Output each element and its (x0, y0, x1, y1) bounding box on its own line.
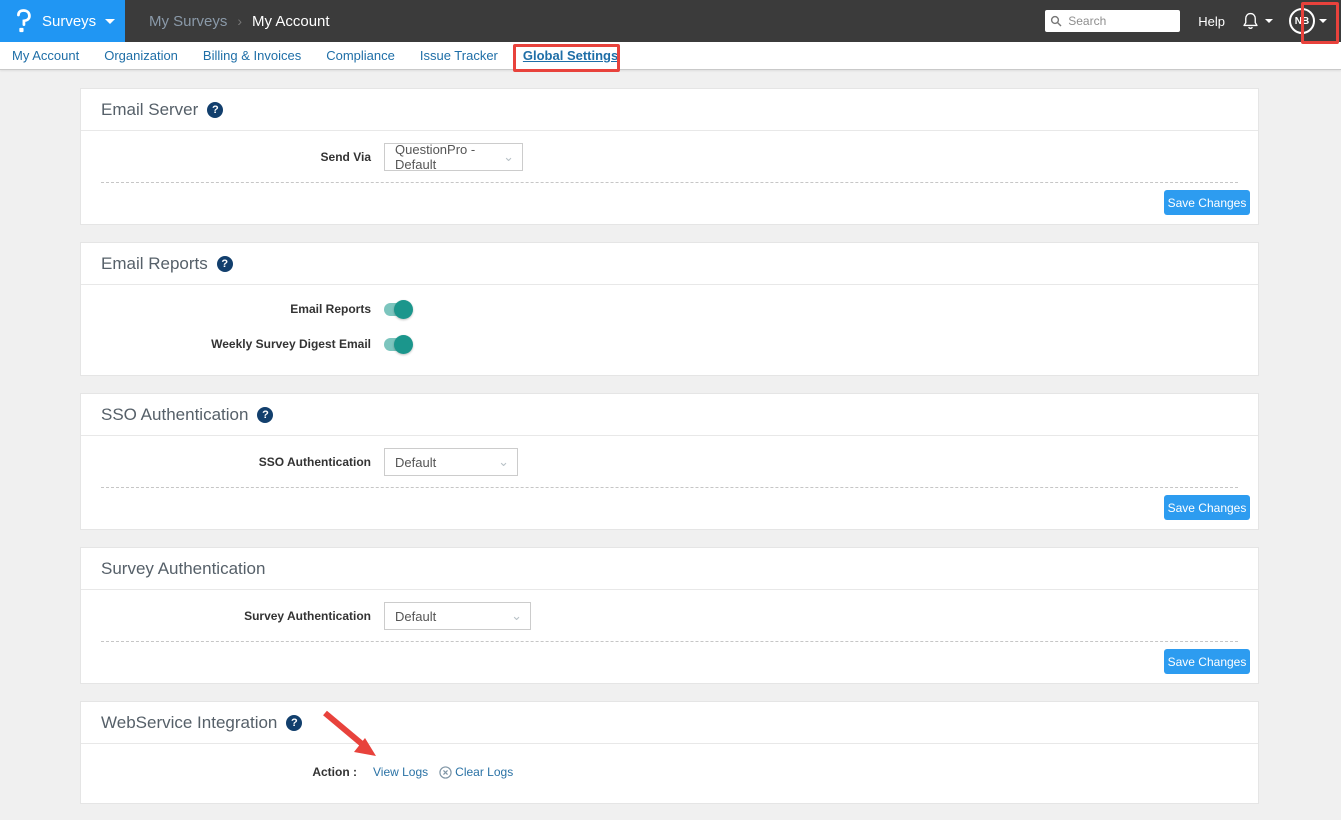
webservice-integration-title: WebService Integration (101, 713, 277, 733)
sso-authentication-panel: SSO Authentication ? SSO Authentication … (80, 393, 1259, 530)
breadcrumb-my-surveys[interactable]: My Surveys (149, 13, 227, 30)
settings-tabbar: My Account Organization Billing & Invoic… (0, 42, 1341, 70)
webservice-integration-panel: WebService Integration ? Action : View L… (80, 701, 1259, 804)
view-logs-link[interactable]: View Logs (373, 765, 428, 779)
survey-authentication-value: Default (395, 609, 436, 624)
avatar[interactable]: NB (1289, 8, 1315, 34)
tab-billing-invoices[interactable]: Billing & Invoices (203, 48, 301, 63)
surveys-product-menu[interactable]: Surveys (0, 0, 125, 42)
survey-authentication-select[interactable]: Default ⌄ (384, 602, 531, 630)
send-via-label: Send Via (101, 150, 384, 164)
chevron-down-icon: ⌄ (511, 608, 522, 624)
search-input[interactable] (1045, 10, 1180, 32)
weekly-digest-toggle[interactable] (384, 338, 410, 351)
clear-logs-link[interactable]: Clear Logs (439, 765, 513, 779)
chevron-down-icon: ⌄ (503, 149, 514, 165)
clear-logs-label: Clear Logs (455, 765, 513, 779)
tab-global-settings[interactable]: Global Settings (523, 48, 618, 63)
email-server-title: Email Server (101, 100, 198, 120)
survey-authentication-panel: Survey Authentication Survey Authenticat… (80, 547, 1259, 684)
email-reports-toggle[interactable] (384, 303, 410, 316)
save-changes-button[interactable]: Save Changes (1164, 190, 1250, 215)
breadcrumb-my-account: My Account (252, 13, 330, 30)
email-server-panel: Email Server ? Send Via QuestionPro - De… (80, 88, 1259, 225)
send-via-value: QuestionPro - Default (395, 142, 491, 172)
survey-authentication-title: Survey Authentication (101, 559, 265, 579)
chevron-down-icon (1319, 19, 1327, 23)
chevron-down-icon (105, 19, 115, 24)
chevron-down-icon (1265, 19, 1273, 23)
sso-authentication-value: Default (395, 455, 436, 470)
global-settings-page: Email Server ? Send Via QuestionPro - De… (0, 70, 1341, 804)
email-reports-title: Email Reports (101, 254, 208, 274)
chevron-down-icon: ⌄ (498, 454, 509, 470)
search-icon (1050, 15, 1062, 27)
bell-icon (1241, 11, 1260, 32)
send-via-select[interactable]: QuestionPro - Default ⌄ (384, 143, 523, 171)
email-reports-toggle-label: Email Reports (101, 302, 371, 316)
action-label: Action : (101, 765, 373, 779)
tab-compliance[interactable]: Compliance (326, 48, 395, 63)
product-label: Surveys (42, 13, 105, 30)
sso-authentication-title: SSO Authentication (101, 405, 248, 425)
top-navbar: Surveys My Surveys › My Account Help NB (0, 0, 1341, 42)
notifications-menu[interactable] (1241, 11, 1273, 32)
sso-authentication-select[interactable]: Default ⌄ (384, 448, 518, 476)
survey-authentication-label: Survey Authentication (101, 609, 384, 623)
help-icon[interactable]: ? (257, 407, 273, 423)
clear-circle-x-icon (439, 766, 452, 779)
help-link[interactable]: Help (1198, 14, 1225, 29)
tab-issue-tracker[interactable]: Issue Tracker (420, 48, 498, 63)
questionpro-logo-icon (12, 8, 34, 34)
sso-authentication-label: SSO Authentication (101, 455, 384, 469)
help-icon[interactable]: ? (207, 102, 223, 118)
email-reports-panel: Email Reports ? Email Reports Weekly Sur… (80, 242, 1259, 376)
help-icon[interactable]: ? (217, 256, 233, 272)
tab-organization[interactable]: Organization (104, 48, 178, 63)
save-changes-button[interactable]: Save Changes (1164, 649, 1250, 674)
weekly-digest-toggle-label: Weekly Survey Digest Email (101, 337, 371, 351)
breadcrumb-separator: › (237, 13, 242, 29)
breadcrumb: My Surveys › My Account (149, 13, 330, 30)
save-changes-button[interactable]: Save Changes (1164, 495, 1250, 520)
help-icon[interactable]: ? (286, 715, 302, 731)
tab-my-account[interactable]: My Account (12, 48, 79, 63)
account-menu[interactable]: NB (1289, 8, 1327, 34)
